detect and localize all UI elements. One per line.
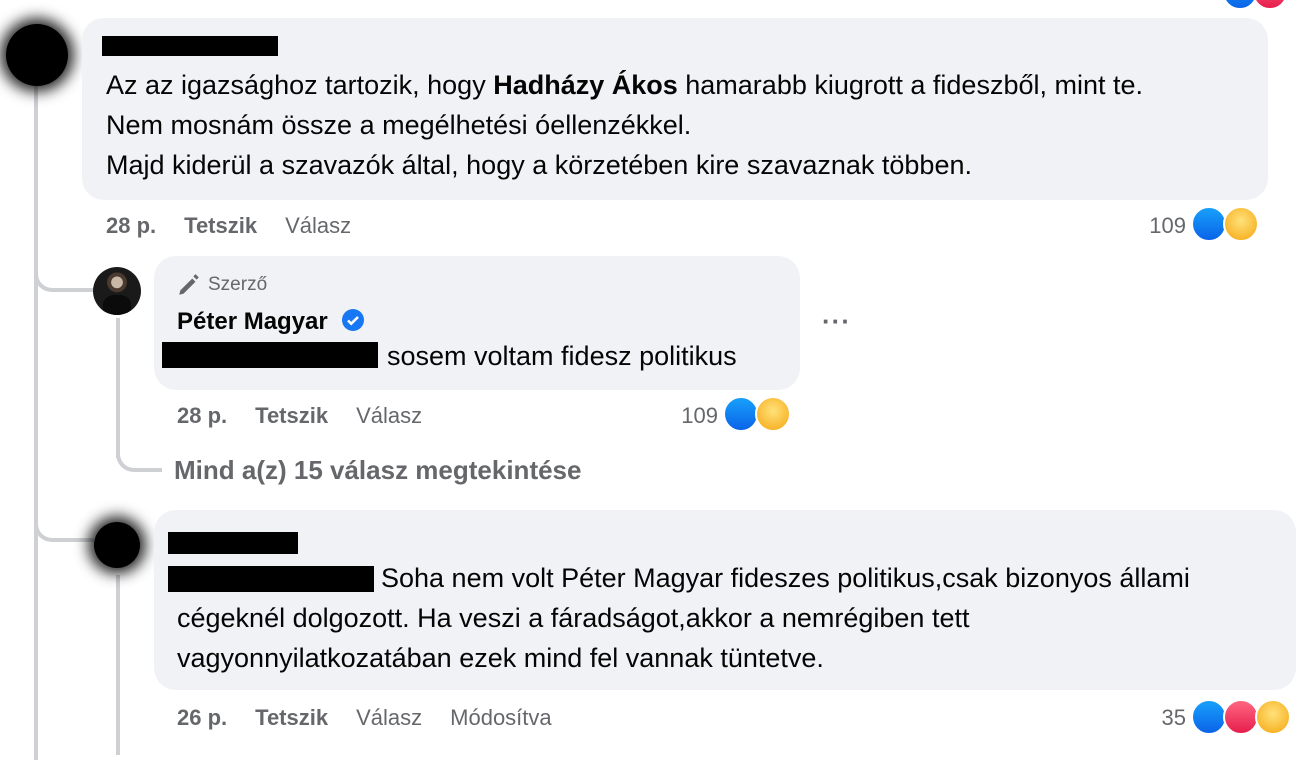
like-button[interactable]: Tetszik xyxy=(184,213,257,238)
haha-icon[interactable] xyxy=(755,396,791,432)
thread-connector-viewall xyxy=(116,420,162,472)
like-icon xyxy=(1222,0,1258,10)
reply-text: sosem voltam fidesz politikus xyxy=(387,341,737,371)
like-icon[interactable] xyxy=(1191,206,1227,242)
redacted-author-name[interactable] xyxy=(102,36,278,56)
avatar[interactable] xyxy=(94,522,140,568)
thread-line-comment2 xyxy=(116,575,120,755)
comment-text-line-2: Nem mosnám össze a megélhetési óellenzék… xyxy=(106,110,692,140)
reaction-count[interactable]: 35 xyxy=(1140,705,1186,731)
edited-label[interactable]: Módosítva xyxy=(450,705,552,730)
author-name[interactable]: Péter Magyar xyxy=(177,308,328,336)
wow-icon[interactable] xyxy=(1255,699,1291,735)
reply-button[interactable]: Válasz xyxy=(356,403,422,428)
comment-actions: 26 p. Tetszik Válasz Módosítva xyxy=(177,705,552,731)
love-icon xyxy=(1252,0,1288,10)
redacted-mention[interactable] xyxy=(168,566,374,592)
pen-icon xyxy=(179,274,199,295)
comment-text-line-3: vagyonnyilatkozatában ezek mind fel vann… xyxy=(177,643,824,673)
redacted-author-name[interactable] xyxy=(168,532,298,554)
comment-text-line-1: Soha nem volt Péter Magyar fideszes poli… xyxy=(381,563,1190,593)
like-button[interactable]: Tetszik xyxy=(255,705,328,730)
like-button[interactable]: Tetszik xyxy=(255,403,328,428)
mentioned-user[interactable]: Hadházy Ákos xyxy=(493,70,678,100)
comment-text-line-1: Az az igazsághoz tartozik, hogy Hadházy … xyxy=(106,70,1144,100)
haha-icon[interactable] xyxy=(1223,206,1259,242)
reaction-count[interactable]: 109 xyxy=(662,403,718,429)
reply-actions: 28 p. Tetszik Válasz xyxy=(177,403,422,429)
love-icon[interactable] xyxy=(1223,699,1259,735)
timestamp[interactable]: 28 p. xyxy=(106,213,156,238)
more-options-button[interactable]: ··· xyxy=(822,306,851,337)
redacted-mention[interactable] xyxy=(162,342,378,368)
reaction-count[interactable]: 109 xyxy=(1130,213,1186,239)
timestamp[interactable]: 26 p. xyxy=(177,705,227,730)
reply-button[interactable]: Válasz xyxy=(285,213,351,238)
avatar[interactable] xyxy=(6,24,68,86)
comment-text-line-2: cégeknél dolgozott. Ha veszi a fáradságo… xyxy=(177,603,970,633)
view-all-replies-link[interactable]: Mind a(z) 15 válasz megtekintése xyxy=(174,455,581,486)
author-avatar[interactable] xyxy=(93,267,141,315)
comment-actions: 28 p. Tetszik Válasz xyxy=(106,213,351,239)
comment-text-line-3: Majd kiderül a szavazók által, hogy a kö… xyxy=(106,150,972,180)
verified-badge-icon xyxy=(342,309,364,331)
reply-button[interactable]: Válasz xyxy=(356,705,422,730)
timestamp[interactable]: 28 p. xyxy=(177,403,227,428)
like-icon[interactable] xyxy=(1191,699,1227,735)
author-badge: Szerző xyxy=(208,274,268,295)
thread-line-main xyxy=(34,60,38,760)
like-icon[interactable] xyxy=(723,396,759,432)
thread-connector-reply xyxy=(34,230,94,292)
thread-connector-comment2 xyxy=(34,480,94,542)
